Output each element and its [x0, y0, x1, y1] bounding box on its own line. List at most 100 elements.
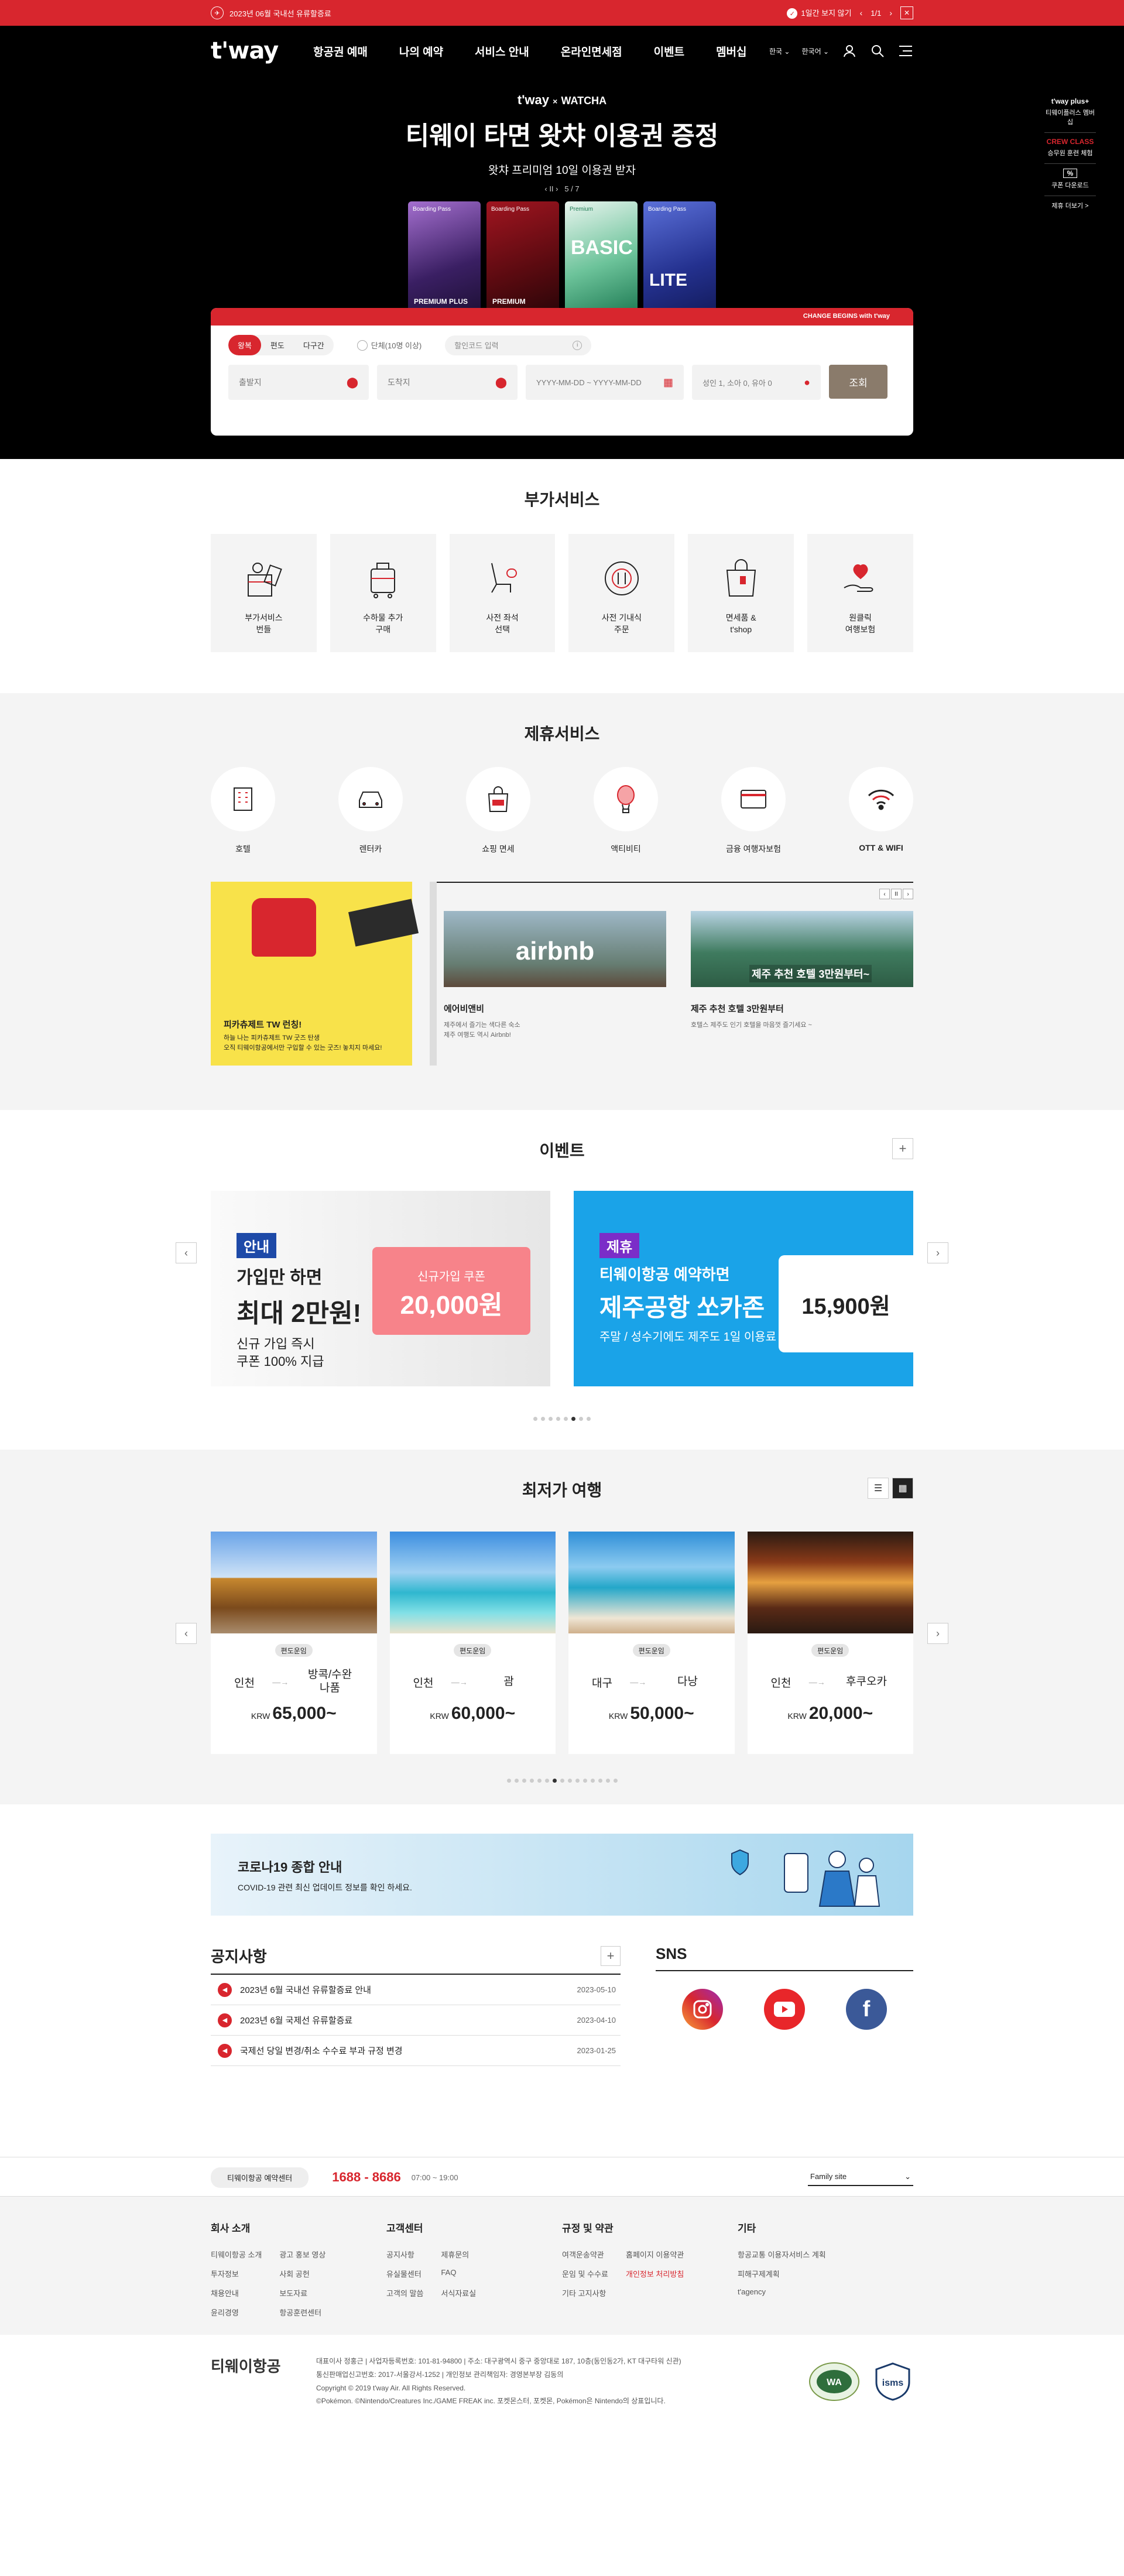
carousel-dot[interactable] — [598, 1779, 602, 1783]
carousel-dot[interactable] — [582, 1779, 587, 1783]
carousel-dot[interactable] — [590, 1779, 595, 1783]
sitemap-link[interactable]: 보도자료 — [279, 2287, 325, 2298]
sitemap-link[interactable]: 피해구제계획 — [738, 2268, 826, 2279]
sitemap-link[interactable]: 사회 공헌 — [279, 2268, 325, 2279]
origin-field[interactable]: 출발지 ⬤ — [228, 365, 369, 400]
event-banner-signup[interactable]: 안내 가입만 하면 최대 2만원! 신규 가입 즉시 쿠폰 100% 지급 신규… — [211, 1191, 550, 1386]
destination-field[interactable]: 도착지 ⬤ — [377, 365, 518, 400]
carousel-dot[interactable] — [613, 1779, 618, 1783]
trip-oneway[interactable]: 편도 — [261, 335, 294, 355]
sitemap-link[interactable]: 투자정보 — [211, 2268, 262, 2279]
event-next-button[interactable]: › — [927, 1242, 948, 1263]
sitemap-link[interactable]: 유실물센터 — [386, 2268, 423, 2279]
sitemap-link[interactable]: 제휴문의 — [441, 2249, 476, 2260]
event-banner-socar[interactable]: 제휴 티웨이항공 예약하면 제주공항 쏘카존 주말 / 성수기에도 제주도 1일… — [574, 1191, 913, 1386]
addon-bundle[interactable]: 부가서비스 번들 — [211, 534, 317, 652]
nav-booking[interactable]: 항공권 예매 — [313, 43, 368, 59]
sitemap-link[interactable]: 기타 고지사항 — [562, 2287, 608, 2298]
covid-banner[interactable]: 코로나19 종합 안내 COVID-19 관련 최신 업데이트 정보를 확인 하… — [211, 1834, 913, 1916]
nav-duty-free[interactable]: 온라인면세점 — [561, 43, 622, 59]
sitemap-link-privacy[interactable]: 개인정보 처리방침 — [626, 2268, 684, 2279]
tour-card[interactable]: 편도운임 대구 —→ 다낭 KRW 50,000~ — [568, 1532, 735, 1754]
sitemap-link[interactable]: 여객운송약관 — [562, 2249, 608, 2260]
carousel-dot[interactable] — [549, 1417, 553, 1421]
prev-button[interactable]: ‹ — [879, 889, 890, 899]
notice-text[interactable]: 2023년 06월 국내선 유류할증료 — [229, 8, 331, 19]
grid-view-icon[interactable]: ▦ — [892, 1478, 913, 1499]
sitemap-link[interactable]: FAQ — [441, 2268, 476, 2279]
sitemap-link[interactable]: 광고 홍보 영상 — [279, 2249, 325, 2260]
trip-multi[interactable]: 다구간 — [294, 335, 334, 355]
partner-finance[interactable]: 금융 여행자보험 — [721, 767, 786, 855]
carousel-dot[interactable] — [529, 1779, 534, 1783]
event-more-button[interactable]: + — [892, 1138, 913, 1159]
notice-more-button[interactable]: + — [601, 1945, 621, 1966]
carousel-dot[interactable] — [579, 1417, 583, 1421]
notice-row[interactable]: ◀ 2023년 6월 국내선 유류할증료 안내 2023-05-10 — [211, 1975, 621, 2005]
hero-pause-button[interactable]: II — [549, 184, 553, 193]
sitemap-link[interactable]: 티웨이항공 소개 — [211, 2249, 262, 2260]
addon-meal[interactable]: 사전 기내식 주문 — [568, 534, 675, 652]
carousel-dot[interactable] — [533, 1417, 537, 1421]
nav-membership[interactable]: 멤버십 — [716, 43, 746, 59]
hero-prev-button[interactable]: ‹ — [544, 184, 547, 193]
partner-shopping[interactable]: 쇼핑 면세 — [466, 767, 530, 855]
language-select[interactable]: 한국어 ⌄ — [801, 46, 829, 56]
sitemap-link[interactable]: 채용안내 — [211, 2287, 262, 2298]
sitemap-link[interactable]: 항공훈련센터 — [279, 2307, 325, 2318]
tour-card[interactable]: 편도운임 인천 —→ 괌 KRW 60,000~ — [389, 1532, 556, 1754]
notice-row[interactable]: ◀ 2023년 6월 국제선 유류할증료 2023-04-10 — [211, 2005, 621, 2036]
notice-row[interactable]: ◀ 국제선 당일 변경/취소 수수료 부과 규정 변경 2023-01-25 — [211, 2036, 621, 2066]
menu-icon[interactable] — [898, 43, 913, 59]
carousel-dot[interactable] — [552, 1779, 557, 1783]
carousel-dot[interactable] — [560, 1779, 564, 1783]
carousel-dot[interactable] — [571, 1417, 575, 1421]
carousel-dot[interactable] — [514, 1779, 519, 1783]
quick-coupon[interactable]: % 쿠폰 다운로드 — [1044, 164, 1096, 196]
hide-day-checkbox[interactable]: ✓ 1일간 보지 않기 — [787, 7, 852, 19]
carousel-dot[interactable] — [564, 1417, 568, 1421]
event-prev-button[interactable]: ‹ — [176, 1242, 197, 1263]
logo[interactable]: t'way — [211, 37, 279, 64]
user-icon[interactable] — [842, 43, 857, 59]
carousel-dot[interactable] — [605, 1779, 610, 1783]
tour-prev-button[interactable]: ‹ — [176, 1623, 197, 1644]
tour-next-button[interactable]: › — [927, 1623, 948, 1644]
carousel-dot[interactable] — [587, 1417, 591, 1421]
sitemap-link[interactable]: 홈페이지 이용약관 — [626, 2249, 684, 2260]
country-select[interactable]: 한국 ⌄ — [769, 46, 790, 56]
sitemap-link[interactable]: 공지사항 — [386, 2249, 423, 2260]
quick-more[interactable]: 제휴 더보기 > — [1044, 196, 1096, 216]
trip-round[interactable]: 왕복 — [228, 335, 261, 355]
partner-rentcar[interactable]: 렌터카 — [338, 767, 403, 855]
list-view-icon[interactable]: ☰ — [868, 1478, 889, 1499]
partner-ott[interactable]: OTT & WIFI — [849, 767, 913, 855]
partner-hotel[interactable]: 호텔 — [211, 767, 275, 855]
instagram-icon[interactable] — [682, 1989, 723, 2030]
carousel-dot[interactable] — [522, 1779, 526, 1783]
info-icon[interactable]: i — [573, 340, 582, 350]
pause-button[interactable]: II — [891, 889, 902, 899]
youtube-icon[interactable] — [764, 1989, 805, 2030]
carousel-dot[interactable] — [506, 1779, 511, 1783]
hero-next-button[interactable]: › — [556, 184, 558, 193]
hero-title[interactable]: 티웨이 타면 왓챠 이용권 증정 — [0, 115, 1124, 152]
quick-crew-class[interactable]: CREW CLASS 승무원 훈련 체험 — [1044, 133, 1096, 164]
addon-seat[interactable]: 사전 좌석 선택 — [449, 534, 556, 652]
promo-code-input[interactable]: 할인코드 입력 i — [445, 335, 592, 355]
addon-dutyfree[interactable]: 면세품 & t'shop — [688, 534, 794, 652]
quick-tway-plus[interactable]: t'way plus+ 티웨이플러스 멤버십 — [1044, 93, 1096, 133]
carousel-dot[interactable] — [575, 1779, 580, 1783]
prev-notice-button[interactable]: ‹ — [860, 8, 863, 18]
nav-my-reservation[interactable]: 나의 예약 — [399, 43, 443, 59]
addon-insurance[interactable]: 원클릭 여행보험 — [807, 534, 913, 652]
family-site-select[interactable]: Family site ⌄ — [808, 2169, 913, 2186]
addon-baggage[interactable]: 수하물 추가 구매 — [330, 534, 436, 652]
carousel-dot[interactable] — [537, 1779, 542, 1783]
facebook-icon[interactable]: f — [846, 1989, 887, 2030]
search-icon[interactable] — [870, 43, 885, 59]
date-field[interactable]: YYYY-MM-DD ~ YYYY-MM-DD ▦ — [526, 365, 684, 400]
carousel-dot[interactable] — [556, 1417, 560, 1421]
tour-card[interactable]: 편도운임 인천 —→ 방콕/수완나품 KRW 65,000~ — [211, 1532, 377, 1754]
tour-card[interactable]: 편도운임 인천 —→ 후쿠오카 KRW 20,000~ — [747, 1532, 913, 1754]
